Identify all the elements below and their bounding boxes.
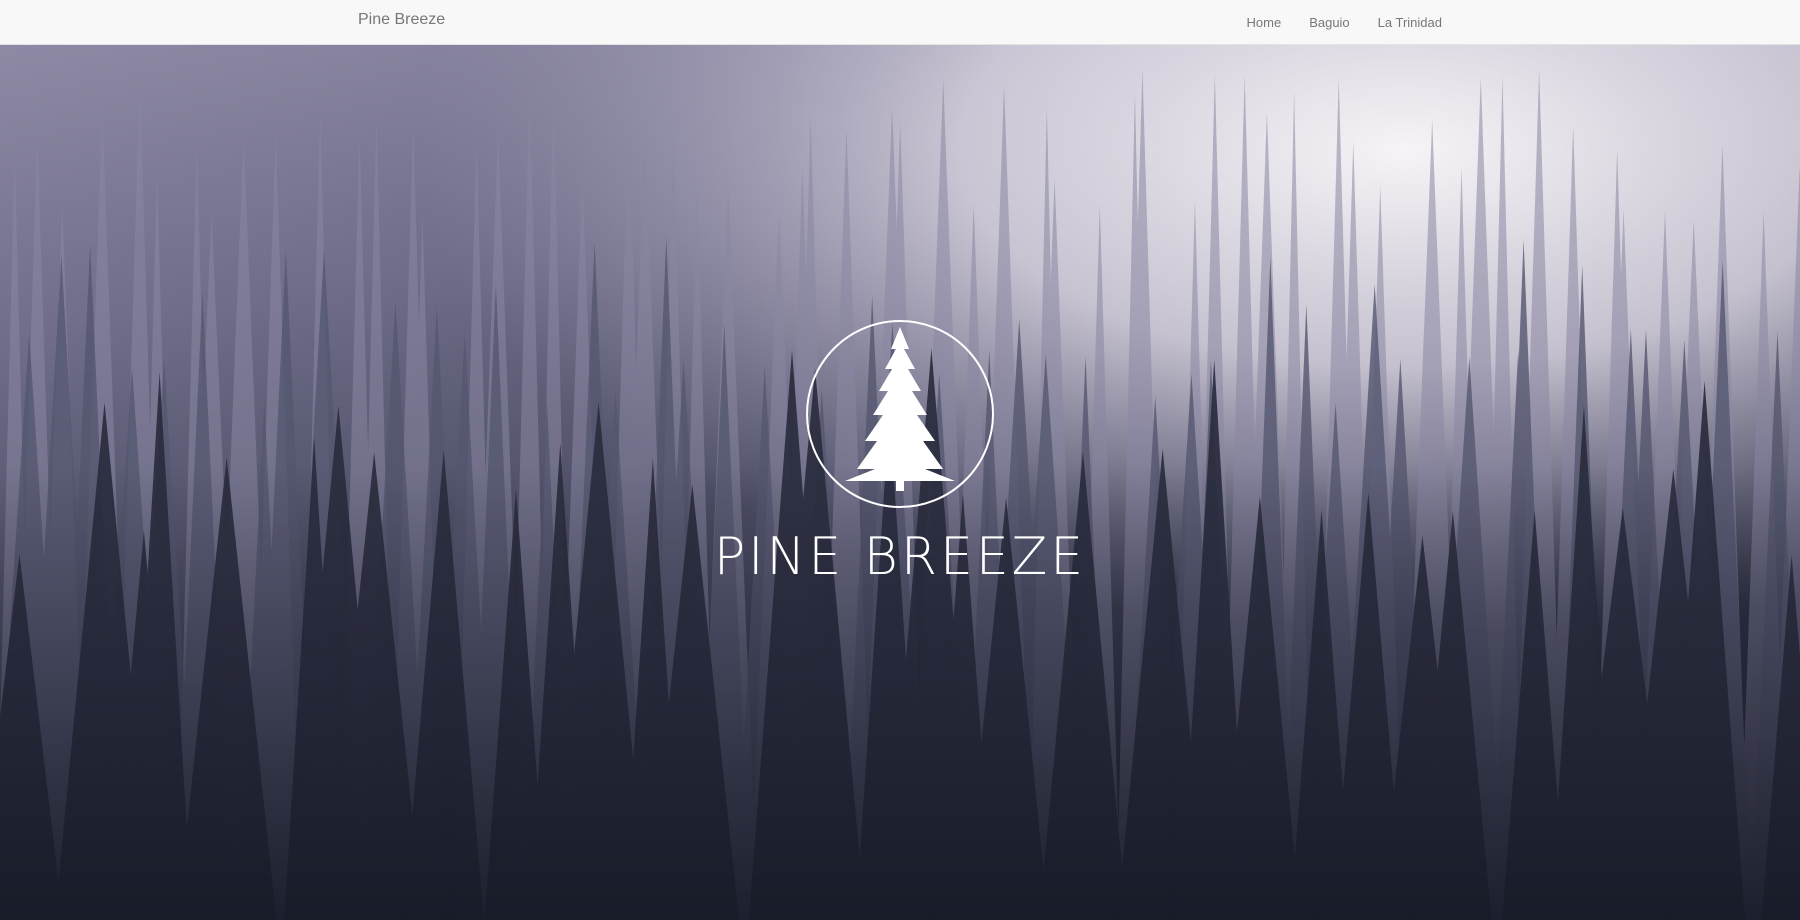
- top-navbar: Pine Breeze Home Baguio La Trinidad: [0, 0, 1800, 45]
- hero-section: PINE BREEZE: [0, 45, 1800, 920]
- pine-tree-icon: [806, 320, 994, 508]
- nav-link-la-trinidad[interactable]: La Trinidad: [1364, 15, 1442, 30]
- brand-link[interactable]: Pine Breeze: [358, 11, 445, 29]
- hero-title: PINE BREEZE: [713, 527, 1087, 587]
- nav-link-home[interactable]: Home: [1233, 15, 1296, 30]
- nav-link-baguio[interactable]: Baguio: [1295, 15, 1363, 30]
- nav-links: Home Baguio La Trinidad: [1233, 0, 1443, 45]
